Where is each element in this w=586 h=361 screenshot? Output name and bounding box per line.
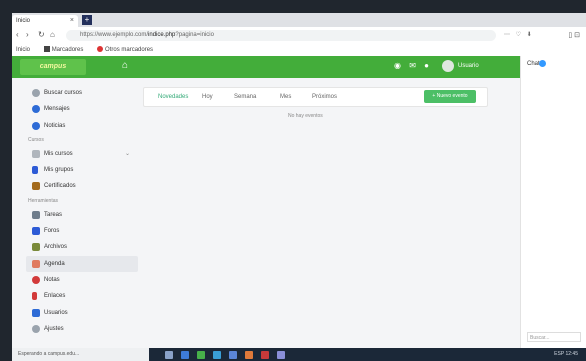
browser-tab[interactable]: Inicio × bbox=[12, 15, 78, 27]
calendar-filter-bar: Novedades Hoy Semana Mes Próximos + Nuev… bbox=[143, 87, 488, 107]
left-sidebar: Buscar cursos Mensajes Noticias Cursos M… bbox=[26, 85, 138, 337]
forward-icon[interactable]: › bbox=[26, 30, 29, 39]
sidebar-item-search[interactable]: Buscar cursos bbox=[26, 85, 138, 101]
section-header: Cursos bbox=[28, 136, 44, 143]
sidebar-item-tasks[interactable]: Tareas bbox=[26, 207, 138, 223]
certificate-icon bbox=[32, 182, 40, 191]
sidebar-item-files[interactable]: Archivos bbox=[26, 239, 138, 255]
app-icon[interactable] bbox=[277, 351, 285, 359]
back-icon[interactable]: ‹ bbox=[16, 30, 19, 39]
user-name[interactable]: Usuario bbox=[458, 63, 479, 69]
toolbar-icons[interactable]: ⋯ ♡ ⬇ bbox=[504, 31, 534, 38]
bookmark-icon bbox=[97, 46, 104, 53]
app-header: campus ⌂ ◉ ✉ ● Usuario bbox=[12, 56, 520, 78]
phone-icon bbox=[32, 166, 38, 175]
globe-icon bbox=[32, 121, 40, 130]
badge-icon bbox=[32, 275, 40, 284]
status-bar: Esperando a campus.edu... bbox=[12, 348, 149, 361]
tab-today[interactable]: Hoy bbox=[202, 88, 213, 106]
calendar-icon bbox=[32, 149, 40, 158]
url-suffix: ?pagina=inicio bbox=[175, 32, 214, 38]
search-icon[interactable] bbox=[165, 351, 173, 359]
right-panel: Chat Buscar... bbox=[520, 56, 586, 348]
empty-state-text: No hay eventos bbox=[288, 113, 323, 119]
new-tab-button[interactable]: + bbox=[82, 15, 92, 25]
pin-icon bbox=[32, 292, 37, 301]
sidebar-item-calendar[interactable]: Agenda bbox=[26, 255, 138, 272]
globe-icon[interactable]: ◉ bbox=[394, 61, 401, 70]
chat-icon bbox=[32, 105, 40, 114]
sidebar-toggle-icon[interactable]: ▯ ⊡ bbox=[568, 31, 580, 39]
search-icon bbox=[32, 89, 40, 97]
sidebar-item-users[interactable]: Usuarios bbox=[26, 305, 138, 321]
close-icon[interactable]: × bbox=[70, 15, 74, 27]
folder-icon bbox=[43, 46, 50, 53]
sidebar-item-settings[interactable]: Ajustes bbox=[26, 321, 138, 337]
users-icon bbox=[32, 308, 40, 317]
url-prefix: https://www.ejemplo.com/ bbox=[80, 32, 149, 38]
system-tray[interactable]: ESP 12:45 bbox=[554, 351, 578, 357]
section-header: Herramientas bbox=[28, 197, 59, 204]
sidebar-item-grades[interactable]: Notas bbox=[26, 272, 138, 288]
bookmark-item[interactable]: Otros marcadores bbox=[97, 46, 159, 53]
home-icon[interactable]: ⌂ bbox=[50, 30, 55, 39]
tab-title: Inicio bbox=[16, 18, 31, 24]
sidebar-item-my-groups[interactable]: Mis grupos bbox=[26, 162, 138, 178]
app-logo[interactable]: campus bbox=[20, 59, 86, 75]
url-input[interactable]: https://www.ejemplo.com/indice.php?pagin… bbox=[66, 30, 496, 41]
bookmark-item[interactable]: Inicio bbox=[16, 47, 36, 53]
sidebar-item-my-courses[interactable]: Mis cursos ⌄ bbox=[26, 146, 138, 162]
header-icons: ◉ ✉ ● bbox=[394, 61, 435, 70]
tab-bar: Inicio × + bbox=[12, 13, 586, 27]
bell-icon[interactable]: ● bbox=[424, 61, 429, 70]
home-icon[interactable]: ⌂ bbox=[122, 60, 128, 71]
folder-icon bbox=[32, 243, 40, 252]
gear-icon bbox=[32, 324, 40, 333]
new-event-button[interactable]: + Nuevo evento bbox=[424, 90, 476, 103]
flag-icon bbox=[32, 227, 40, 236]
url-domain: indice.php bbox=[148, 32, 176, 38]
chart-icon bbox=[32, 210, 40, 219]
taskbar: ESP 12:45 bbox=[149, 348, 586, 361]
sidebar-item-forums[interactable]: Foros bbox=[26, 223, 138, 239]
tab-news[interactable]: Novedades bbox=[158, 88, 188, 106]
chat-icon[interactable]: ✉ bbox=[409, 61, 416, 70]
calendar-icon bbox=[32, 259, 40, 268]
panel-search-input[interactable]: Buscar... bbox=[527, 332, 581, 342]
sidebar-item-certificates[interactable]: Certificados bbox=[26, 178, 138, 194]
sidebar-item-messages[interactable]: Mensajes bbox=[26, 101, 138, 117]
chevron-down-icon[interactable]: ⌄ bbox=[125, 146, 130, 162]
address-bar-row: ‹ › ↻ ⌂ https://www.ejemplo.com/indice.p… bbox=[12, 27, 586, 45]
taskview-icon[interactable] bbox=[181, 351, 189, 359]
tab-month[interactable]: Mes bbox=[280, 88, 291, 106]
avatar[interactable] bbox=[442, 60, 454, 72]
tab-week[interactable]: Semana bbox=[234, 88, 256, 106]
panel-title: Chat bbox=[527, 61, 540, 67]
app-icon[interactable] bbox=[197, 351, 205, 359]
browser-icon[interactable] bbox=[213, 351, 221, 359]
mail-icon[interactable] bbox=[229, 351, 237, 359]
sidebar-item-links[interactable]: Enlaces bbox=[26, 288, 138, 304]
reload-icon[interactable]: ↻ bbox=[38, 30, 45, 39]
firefox-icon[interactable] bbox=[245, 351, 253, 359]
sidebar-item-news[interactable]: Noticias bbox=[26, 118, 138, 134]
status-dot-icon bbox=[539, 60, 546, 67]
tab-upcoming[interactable]: Próximos bbox=[312, 88, 337, 106]
browser-window: Inicio × + ‹ › ↻ ⌂ https://www.ejemplo.c… bbox=[12, 13, 586, 361]
bookmark-item[interactable]: Marcadores bbox=[43, 46, 90, 53]
media-icon[interactable] bbox=[261, 351, 269, 359]
